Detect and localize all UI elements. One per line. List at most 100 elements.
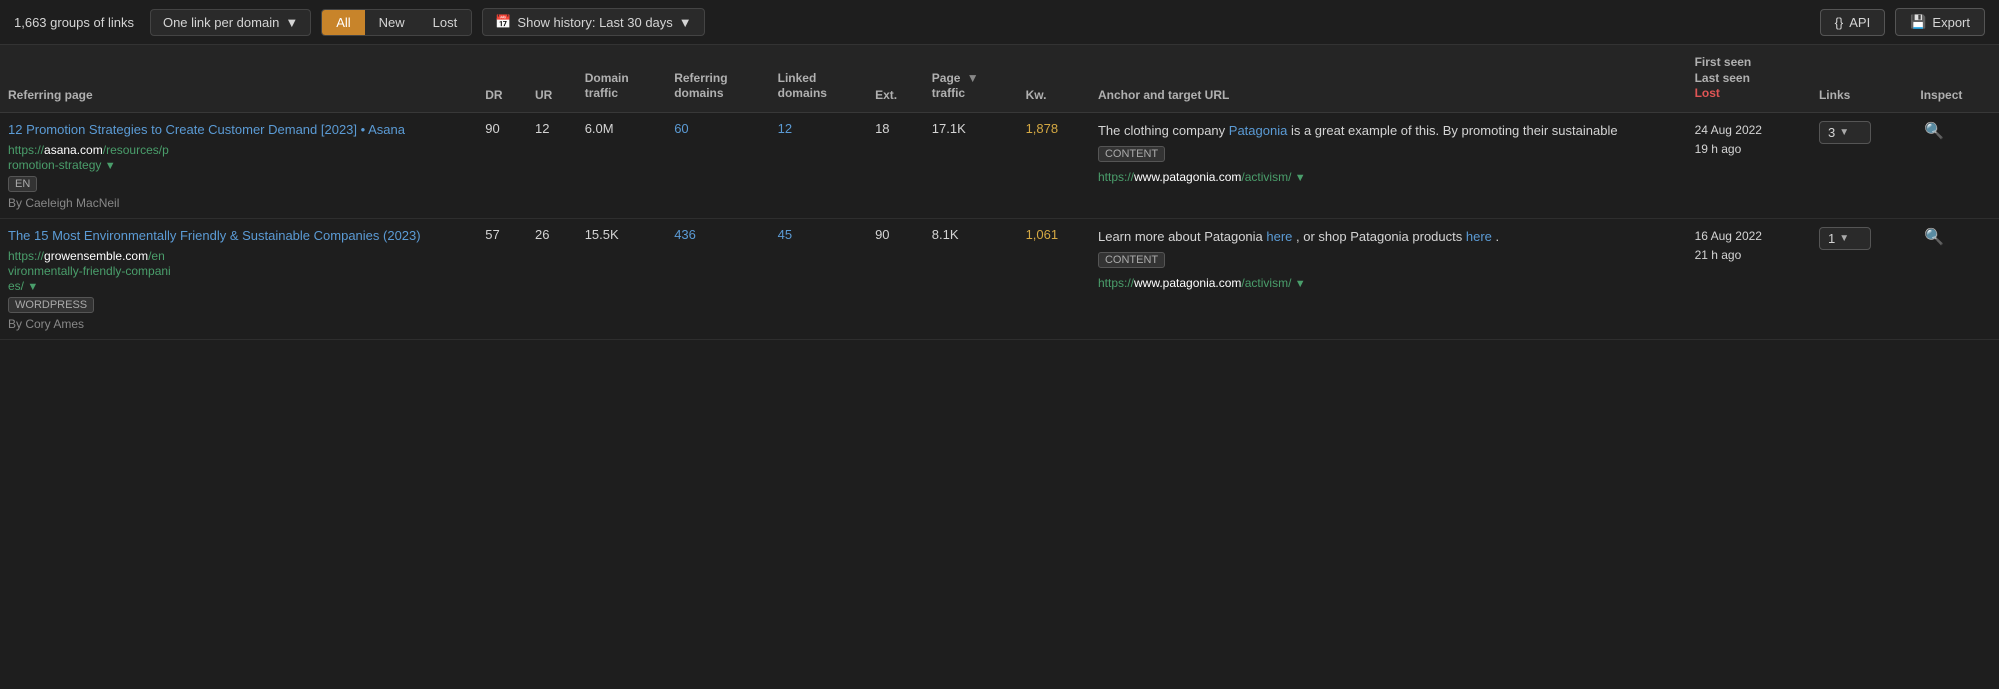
history-dropdown[interactable]: 📅 Show history: Last 30 days ▼ [482, 8, 704, 36]
anchor-link[interactable]: Patagonia [1229, 123, 1288, 138]
chevron-down-icon: ▼ [1839, 127, 1849, 138]
ext-cell: 90 [867, 218, 924, 339]
chevron-down-icon: ▼ [285, 15, 298, 30]
first-seen-date: 24 Aug 2022 [1695, 121, 1803, 140]
anchor-link-2[interactable]: here [1466, 229, 1492, 244]
anchor-target-cell: Learn more about Patagonia here , or sho… [1090, 218, 1687, 339]
anchor-url-domain: www.patagonia.com [1134, 170, 1241, 184]
toolbar: 1,663 groups of links One link per domai… [0, 0, 1999, 45]
url-domain: growensemble.com [44, 249, 148, 263]
backlinks-table: Referring page DR UR Domaintraffic Refer… [0, 45, 1999, 340]
url-prefix: https:// [8, 143, 44, 157]
content-type-badge: CONTENT [1098, 252, 1165, 268]
export-label: Export [1932, 15, 1970, 30]
author-label: By Cory Ames [8, 317, 469, 331]
th-domain-traffic: Domaintraffic [577, 45, 667, 112]
anchor-link-1[interactable]: here [1266, 229, 1292, 244]
dr-cell: 90 [477, 112, 527, 218]
th-first-last-seen: First seenLast seenLost [1687, 45, 1811, 112]
inspect-cell: 🔍 [1912, 218, 1999, 339]
ext-cell: 18 [867, 112, 924, 218]
th-ext: Ext. [867, 45, 924, 112]
links-count: 1 [1828, 231, 1835, 246]
referring-page-cell: The 15 Most Environmentally Friendly & S… [0, 218, 477, 339]
history-label: Show history: Last 30 days [517, 15, 672, 30]
language-badge: EN [8, 176, 37, 192]
filter-lost-button[interactable]: Lost [419, 10, 472, 35]
th-links: Links [1811, 45, 1912, 112]
page-traffic-cell: 17.1K [924, 112, 1018, 218]
domain-traffic-cell: 6.0M [577, 112, 667, 218]
api-label: API [1849, 15, 1870, 30]
th-linked-domains: Linkeddomains [770, 45, 867, 112]
link-filter-group: All New Lost [321, 9, 472, 36]
last-seen-date: 21 h ago [1695, 246, 1803, 265]
anchor-url-link[interactable]: https://www.patagonia.com/activism/ [1098, 276, 1295, 290]
filter-new-button[interactable]: New [365, 10, 419, 35]
url-domain: asana.com [44, 143, 103, 157]
inspect-icon[interactable]: 🔍 [1920, 119, 1948, 144]
links-count: 3 [1828, 125, 1835, 140]
links-count-dropdown[interactable]: 1 ▼ [1819, 227, 1871, 250]
linked-domains-cell: 45 [770, 218, 867, 339]
anchor-url-path: /activism/ [1241, 276, 1291, 290]
anchor-url-link[interactable]: https://www.patagonia.com/activism/ [1098, 170, 1295, 184]
ur-cell: 12 [527, 112, 577, 218]
th-kw: Kw. [1018, 45, 1090, 112]
links-cell: 1 ▼ [1811, 218, 1912, 339]
th-dr: DR [477, 45, 527, 112]
th-ur: UR [527, 45, 577, 112]
anchor-url-path: /activism/ [1241, 170, 1291, 184]
domain-filter-label: One link per domain [163, 15, 279, 30]
table-row: The 15 Most Environmentally Friendly & S… [0, 218, 1999, 339]
export-button[interactable]: 💾 Export [1895, 8, 1985, 36]
links-cell: 3 ▼ [1811, 112, 1912, 218]
th-page-traffic[interactable]: Page ▼traffic [924, 45, 1018, 112]
api-icon: {} [1835, 15, 1844, 30]
anchor-url-dropdown-arrow[interactable]: ▼ [1295, 172, 1306, 184]
chevron-down-icon: ▼ [1839, 233, 1849, 244]
anchor-text: Learn more about Patagonia here , or sho… [1098, 227, 1679, 247]
last-seen-date: 19 h ago [1695, 140, 1803, 159]
url-dropdown-arrow[interactable]: ▼ [105, 160, 116, 172]
referring-page-cell: 12 Promotion Strategies to Create Custom… [0, 112, 477, 218]
anchor-text: The clothing company Patagonia is a grea… [1098, 121, 1679, 141]
inspect-cell: 🔍 [1912, 112, 1999, 218]
ur-cell: 26 [527, 218, 577, 339]
table-row: 12 Promotion Strategies to Create Custom… [0, 112, 1999, 218]
first-seen-date: 16 Aug 2022 [1695, 227, 1803, 246]
url-prefix: https:// [8, 249, 44, 263]
anchor-target-cell: The clothing company Patagonia is a grea… [1090, 112, 1687, 218]
page-traffic-cell: 8.1K [924, 218, 1018, 339]
th-inspect: Inspect [1912, 45, 1999, 112]
page-title-link[interactable]: 12 Promotion Strategies to Create Custom… [8, 121, 469, 139]
content-type-badge: CONTENT [1098, 146, 1165, 162]
th-referring-domains: Referringdomains [666, 45, 769, 112]
export-icon: 💾 [1910, 14, 1926, 30]
linked-domains-cell: 12 [770, 112, 867, 218]
page-title-link[interactable]: The 15 Most Environmentally Friendly & S… [8, 227, 469, 245]
th-referring-page: Referring page [0, 45, 477, 112]
th-anchor-target: Anchor and target URL [1090, 45, 1687, 112]
calendar-icon: 📅 [495, 14, 511, 30]
referring-domains-cell: 436 [666, 218, 769, 339]
anchor-url-domain: www.patagonia.com [1134, 276, 1241, 290]
author-label: By Caeleigh MacNeil [8, 196, 469, 210]
first-last-seen-cell: 24 Aug 2022 19 h ago [1687, 112, 1811, 218]
anchor-url-dropdown-arrow[interactable]: ▼ [1295, 278, 1306, 290]
kw-cell: 1,061 [1018, 218, 1090, 339]
inspect-icon[interactable]: 🔍 [1920, 225, 1948, 250]
first-last-seen-cell: 16 Aug 2022 21 h ago [1687, 218, 1811, 339]
domain-traffic-cell: 15.5K [577, 218, 667, 339]
api-button[interactable]: {} API [1820, 9, 1886, 36]
filter-all-button[interactable]: All [322, 10, 364, 35]
page-url-link[interactable]: https://asana.com/resources/promotion-st… [8, 143, 169, 172]
table-header-row: Referring page DR UR Domaintraffic Refer… [0, 45, 1999, 112]
kw-cell: 1,878 [1018, 112, 1090, 218]
links-count-dropdown[interactable]: 3 ▼ [1819, 121, 1871, 144]
domain-filter-dropdown[interactable]: One link per domain ▼ [150, 9, 311, 36]
cms-badge: WORDPRESS [8, 297, 94, 313]
dr-cell: 57 [477, 218, 527, 339]
url-dropdown-arrow[interactable]: ▼ [27, 281, 38, 293]
groups-count-label: 1,663 groups of links [14, 15, 134, 30]
